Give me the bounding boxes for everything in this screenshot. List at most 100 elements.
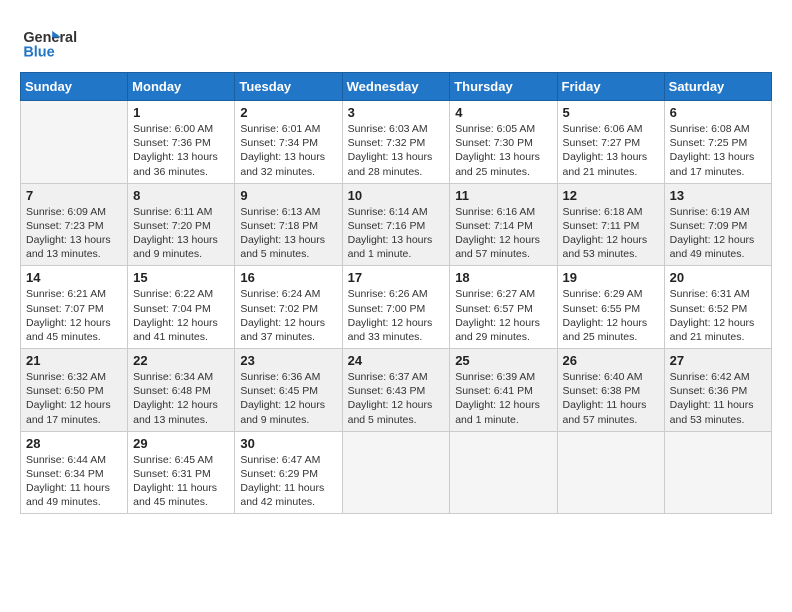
cell-date-number: 22 — [133, 353, 229, 368]
calendar-week-row: 7 Sunrise: 6:09 AM Sunset: 7:23 PM Daylig… — [21, 183, 772, 266]
calendar: SundayMondayTuesdayWednesdayThursdayFrid… — [20, 72, 772, 514]
cell-date-number: 1 — [133, 105, 229, 120]
cell-date-number: 19 — [563, 270, 659, 285]
calendar-cell: 20 Sunrise: 6:31 AM Sunset: 6:52 PM Dayli… — [664, 266, 771, 349]
cell-info-text: Sunrise: 6:09 AM Sunset: 7:23 PM Dayligh… — [26, 205, 122, 262]
calendar-cell: 30 Sunrise: 6:47 AM Sunset: 6:29 PM Dayli… — [235, 431, 342, 514]
cell-date-number: 17 — [348, 270, 445, 285]
weekday-header-wednesday: Wednesday — [342, 73, 450, 101]
cell-date-number: 8 — [133, 188, 229, 203]
cell-date-number: 3 — [348, 105, 445, 120]
cell-info-text: Sunrise: 6:18 AM Sunset: 7:11 PM Dayligh… — [563, 205, 659, 262]
calendar-cell: 10Sunrise: 6:14 AM Sunset: 7:16 PM Dayli… — [342, 183, 450, 266]
cell-date-number: 30 — [240, 436, 336, 451]
calendar-cell — [342, 431, 450, 514]
calendar-cell — [21, 101, 128, 184]
cell-date-number: 20 — [670, 270, 766, 285]
cell-date-number: 4 — [455, 105, 551, 120]
weekday-header-thursday: Thursday — [450, 73, 557, 101]
cell-date-number: 5 — [563, 105, 659, 120]
cell-date-number: 14 — [26, 270, 122, 285]
cell-date-number: 15 — [133, 270, 229, 285]
calendar-cell: 9 Sunrise: 6:13 AM Sunset: 7:18 PM Daylig… — [235, 183, 342, 266]
cell-info-text: Sunrise: 6:13 AM Sunset: 7:18 PM Dayligh… — [240, 205, 336, 262]
cell-info-text: Sunrise: 6:44 AM Sunset: 6:34 PM Dayligh… — [26, 453, 122, 510]
cell-date-number: 2 — [240, 105, 336, 120]
calendar-cell: 1 Sunrise: 6:00 AM Sunset: 7:36 PM Daylig… — [128, 101, 235, 184]
calendar-week-row: 14 Sunrise: 6:21 AM Sunset: 7:07 PM Dayli… — [21, 266, 772, 349]
cell-info-text: Sunrise: 6:36 AM Sunset: 6:45 PM Dayligh… — [240, 370, 336, 427]
calendar-cell: 21 Sunrise: 6:32 AM Sunset: 6:50 PM Dayli… — [21, 349, 128, 432]
cell-date-number: 26 — [563, 353, 659, 368]
cell-date-number: 9 — [240, 188, 336, 203]
calendar-cell: 16Sunrise: 6:24 AM Sunset: 7:02 PM Dayli… — [235, 266, 342, 349]
cell-date-number: 24 — [348, 353, 445, 368]
cell-date-number: 28 — [26, 436, 122, 451]
cell-info-text: Sunrise: 6:06 AM Sunset: 7:27 PM Dayligh… — [563, 122, 659, 179]
calendar-cell: 23Sunrise: 6:36 AM Sunset: 6:45 PM Dayli… — [235, 349, 342, 432]
cell-info-text: Sunrise: 6:22 AM Sunset: 7:04 PM Dayligh… — [133, 287, 229, 344]
calendar-cell: 2 Sunrise: 6:01 AM Sunset: 7:34 PM Daylig… — [235, 101, 342, 184]
logo-icon: General Blue — [20, 22, 100, 62]
cell-info-text: Sunrise: 6:40 AM Sunset: 6:38 PM Dayligh… — [563, 370, 659, 427]
cell-info-text: Sunrise: 6:08 AM Sunset: 7:25 PM Dayligh… — [670, 122, 766, 179]
calendar-cell: 22 Sunrise: 6:34 AM Sunset: 6:48 PM Dayli… — [128, 349, 235, 432]
cell-info-text: Sunrise: 6:31 AM Sunset: 6:52 PM Dayligh… — [670, 287, 766, 344]
calendar-cell: 4Sunrise: 6:05 AM Sunset: 7:30 PM Daylig… — [450, 101, 557, 184]
cell-date-number: 21 — [26, 353, 122, 368]
calendar-cell: 28 Sunrise: 6:44 AM Sunset: 6:34 PM Dayli… — [21, 431, 128, 514]
cell-date-number: 25 — [455, 353, 551, 368]
calendar-cell: 26 Sunrise: 6:40 AM Sunset: 6:38 PM Dayli… — [557, 349, 664, 432]
calendar-cell: 25 Sunrise: 6:39 AM Sunset: 6:41 PM Dayli… — [450, 349, 557, 432]
cell-info-text: Sunrise: 6:03 AM Sunset: 7:32 PM Dayligh… — [348, 122, 445, 179]
calendar-cell: 27 Sunrise: 6:42 AM Sunset: 6:36 PM Dayli… — [664, 349, 771, 432]
weekday-header-monday: Monday — [128, 73, 235, 101]
cell-info-text: Sunrise: 6:32 AM Sunset: 6:50 PM Dayligh… — [26, 370, 122, 427]
cell-date-number: 11 — [455, 188, 551, 203]
weekday-header-row: SundayMondayTuesdayWednesdayThursdayFrid… — [21, 73, 772, 101]
cell-info-text: Sunrise: 6:39 AM Sunset: 6:41 PM Dayligh… — [455, 370, 551, 427]
calendar-cell: 11 Sunrise: 6:16 AM Sunset: 7:14 PM Dayli… — [450, 183, 557, 266]
calendar-cell: 3 Sunrise: 6:03 AM Sunset: 7:32 PM Daylig… — [342, 101, 450, 184]
cell-info-text: Sunrise: 6:45 AM Sunset: 6:31 PM Dayligh… — [133, 453, 229, 510]
calendar-cell: 8 Sunrise: 6:11 AM Sunset: 7:20 PM Daylig… — [128, 183, 235, 266]
cell-date-number: 12 — [563, 188, 659, 203]
calendar-cell: 29Sunrise: 6:45 AM Sunset: 6:31 PM Dayli… — [128, 431, 235, 514]
svg-text:Blue: Blue — [23, 44, 54, 60]
calendar-cell: 15 Sunrise: 6:22 AM Sunset: 7:04 PM Dayli… — [128, 266, 235, 349]
weekday-header-friday: Friday — [557, 73, 664, 101]
calendar-cell: 7 Sunrise: 6:09 AM Sunset: 7:23 PM Daylig… — [21, 183, 128, 266]
calendar-cell — [664, 431, 771, 514]
calendar-week-row: 21 Sunrise: 6:32 AM Sunset: 6:50 PM Dayli… — [21, 349, 772, 432]
cell-date-number: 27 — [670, 353, 766, 368]
calendar-cell — [557, 431, 664, 514]
weekday-header-sunday: Sunday — [21, 73, 128, 101]
cell-date-number: 13 — [670, 188, 766, 203]
cell-info-text: Sunrise: 6:11 AM Sunset: 7:20 PM Dayligh… — [133, 205, 229, 262]
cell-info-text: Sunrise: 6:01 AM Sunset: 7:34 PM Dayligh… — [240, 122, 336, 179]
calendar-cell: 13Sunrise: 6:19 AM Sunset: 7:09 PM Dayli… — [664, 183, 771, 266]
cell-info-text: Sunrise: 6:16 AM Sunset: 7:14 PM Dayligh… — [455, 205, 551, 262]
cell-date-number: 18 — [455, 270, 551, 285]
calendar-cell: 6 Sunrise: 6:08 AM Sunset: 7:25 PM Daylig… — [664, 101, 771, 184]
cell-info-text: Sunrise: 6:00 AM Sunset: 7:36 PM Dayligh… — [133, 122, 229, 179]
weekday-header-saturday: Saturday — [664, 73, 771, 101]
cell-info-text: Sunrise: 6:26 AM Sunset: 7:00 PM Dayligh… — [348, 287, 445, 344]
cell-info-text: Sunrise: 6:29 AM Sunset: 6:55 PM Dayligh… — [563, 287, 659, 344]
cell-date-number: 7 — [26, 188, 122, 203]
calendar-cell: 14 Sunrise: 6:21 AM Sunset: 7:07 PM Dayli… — [21, 266, 128, 349]
cell-info-text: Sunrise: 6:24 AM Sunset: 7:02 PM Dayligh… — [240, 287, 336, 344]
cell-date-number: 10 — [348, 188, 445, 203]
calendar-cell: 17 Sunrise: 6:26 AM Sunset: 7:00 PM Dayli… — [342, 266, 450, 349]
header: General Blue — [20, 18, 772, 62]
cell-date-number: 6 — [670, 105, 766, 120]
cell-info-text: Sunrise: 6:47 AM Sunset: 6:29 PM Dayligh… — [240, 453, 336, 510]
cell-info-text: Sunrise: 6:21 AM Sunset: 7:07 PM Dayligh… — [26, 287, 122, 344]
calendar-week-row: 1 Sunrise: 6:00 AM Sunset: 7:36 PM Daylig… — [21, 101, 772, 184]
logo: General Blue — [20, 22, 100, 62]
cell-info-text: Sunrise: 6:34 AM Sunset: 6:48 PM Dayligh… — [133, 370, 229, 427]
calendar-week-row: 28 Sunrise: 6:44 AM Sunset: 6:34 PM Dayli… — [21, 431, 772, 514]
cell-info-text: Sunrise: 6:42 AM Sunset: 6:36 PM Dayligh… — [670, 370, 766, 427]
calendar-cell — [450, 431, 557, 514]
cell-info-text: Sunrise: 6:37 AM Sunset: 6:43 PM Dayligh… — [348, 370, 445, 427]
